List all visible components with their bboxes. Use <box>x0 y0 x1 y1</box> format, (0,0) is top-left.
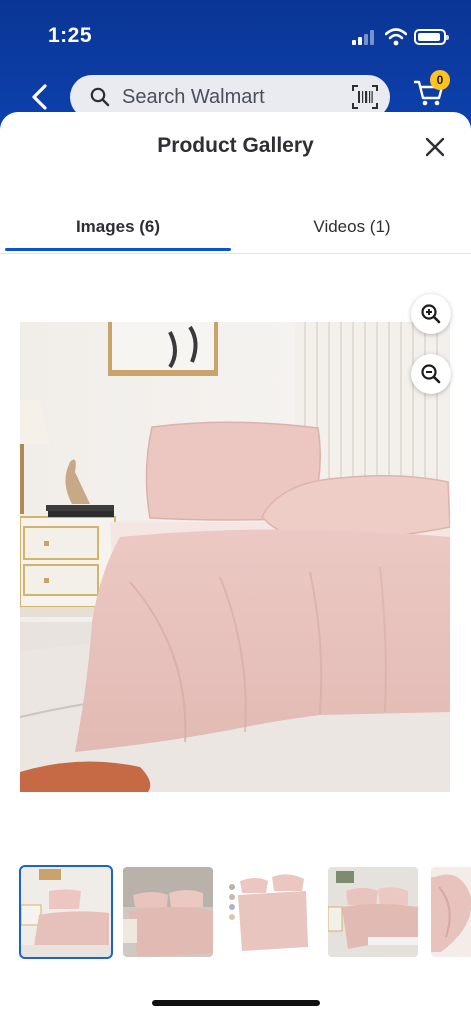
home-indicator <box>152 1000 320 1006</box>
zoom-in-button[interactable] <box>411 294 451 334</box>
page-title: Product Gallery <box>157 134 314 157</box>
wifi-icon <box>385 28 407 46</box>
gallery-tabs: Images (6) Videos (1) <box>0 208 471 254</box>
active-tab-indicator <box>5 248 231 251</box>
product-gallery-sheet: Product Gallery Images (6) Videos (1) <box>0 112 471 1020</box>
zoom-out-button[interactable] <box>411 354 451 394</box>
thumbnail-image <box>123 867 213 957</box>
thumbnail-3[interactable] <box>226 867 316 957</box>
cellular-signal-icon <box>352 30 376 45</box>
search-placeholder: Search Walmart <box>122 86 265 108</box>
thumbnail-image <box>226 867 316 957</box>
thumbnail-4[interactable] <box>328 867 418 957</box>
zoom-in-icon <box>421 304 441 324</box>
thumbnail-2[interactable] <box>123 867 213 957</box>
thumbnail-5[interactable] <box>431 867 471 957</box>
thumbnail-image <box>328 867 418 957</box>
thumbnail-1[interactable] <box>19 865 113 959</box>
chevron-left-icon[interactable] <box>26 82 54 112</box>
main-product-image[interactable] <box>20 322 450 792</box>
tab-videos[interactable]: Videos (1) <box>236 208 468 254</box>
zoom-out-icon <box>421 364 441 384</box>
cart-count-badge: 0 <box>430 70 450 90</box>
close-icon[interactable] <box>420 132 450 162</box>
thumbnail-image <box>431 867 471 957</box>
search-icon <box>90 87 110 107</box>
battery-icon <box>414 29 449 45</box>
thumbnail-image <box>21 867 111 957</box>
thumbnail-strip <box>0 864 471 960</box>
barcode-scan-icon[interactable] <box>352 85 378 109</box>
status-time: 1:25 <box>48 24 93 47</box>
